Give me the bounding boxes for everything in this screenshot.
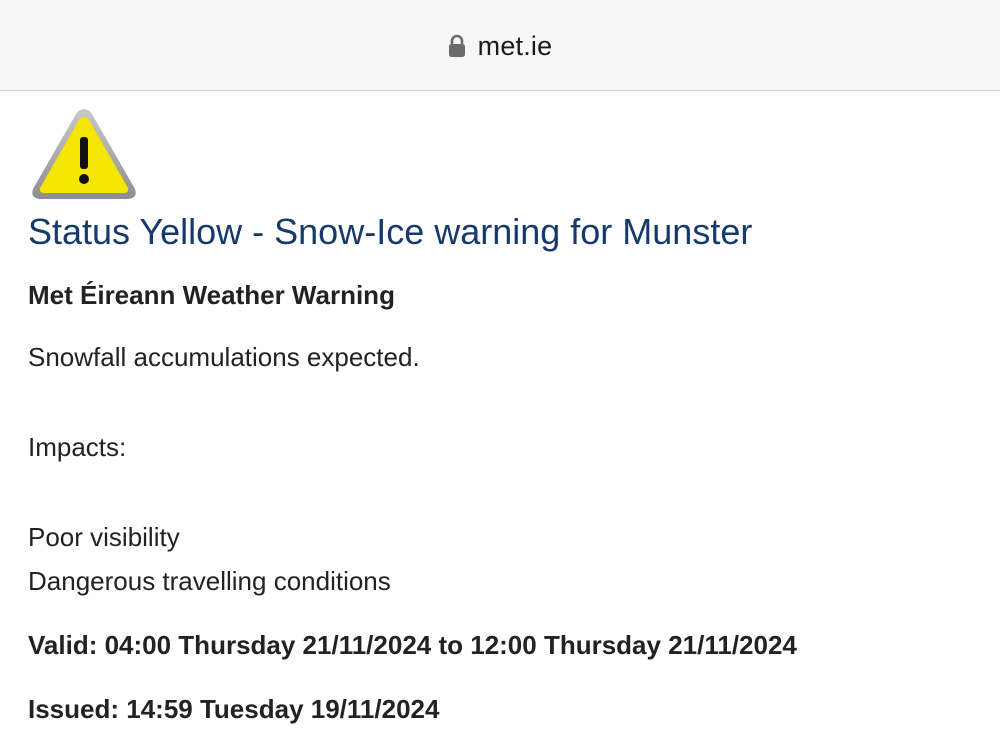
url-text[interactable]: met.ie <box>478 31 553 62</box>
warning-summary: Snowfall accumulations expected. <box>28 342 420 372</box>
warning-subtitle: Met Éireann Weather Warning <box>28 280 395 310</box>
warning-title[interactable]: Status Yellow - Snow-Ice warning for Mun… <box>28 211 752 253</box>
impact-item: Dangerous travelling conditions <box>28 566 391 596</box>
impact-item: Poor visibility <box>28 522 180 552</box>
lock-icon <box>448 34 466 58</box>
browser-address-bar[interactable]: met.ie <box>0 0 1000 91</box>
issued-time: Issued: 14:59 Tuesday 19/11/2024 <box>28 694 440 724</box>
address-bar-content[interactable]: met.ie <box>448 31 553 62</box>
impacts-label: Impacts: <box>28 432 127 462</box>
warning-triangle-icon <box>29 105 139 203</box>
valid-period: Valid: 04:00 Thursday 21/11/2024 to 12:0… <box>28 630 797 660</box>
